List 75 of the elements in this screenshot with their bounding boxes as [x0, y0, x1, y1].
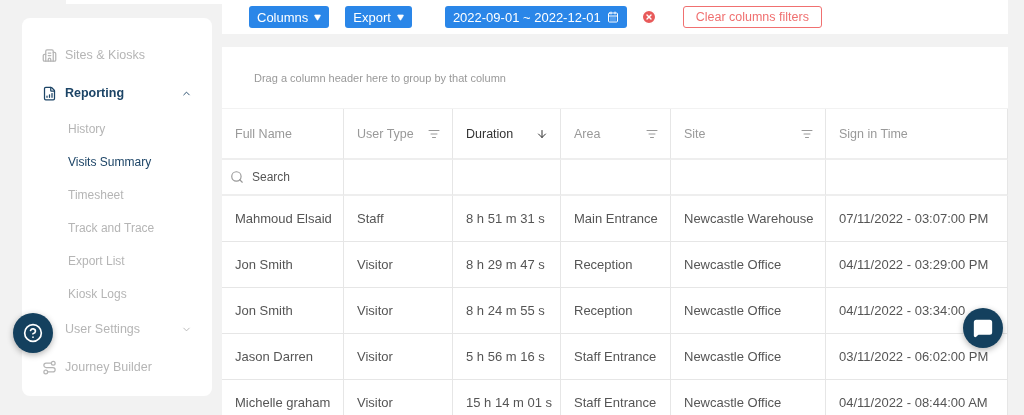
columns-button[interactable]: Columns: [249, 6, 330, 28]
column-title: Full Name: [235, 126, 292, 141]
clear-filters-button[interactable]: Clear columns filters: [682, 6, 822, 28]
table-cell: 04/11/2022 - 03:29:00 PM: [826, 242, 1008, 288]
sidebar-subitem[interactable]: Export List: [22, 244, 212, 277]
column-header[interactable]: User Type: [344, 109, 453, 160]
chat-icon: [973, 318, 993, 338]
column-title: Duration: [466, 126, 514, 141]
table-cell: 5 h 56 m 16 s: [453, 334, 561, 380]
export-button[interactable]: Export: [345, 6, 412, 28]
sidebar-subitem[interactable]: Track and Trace: [22, 211, 212, 244]
table-cell: 8 h 51 m 31 s: [453, 196, 561, 242]
filter-cell[interactable]: [671, 160, 826, 196]
column-header[interactable]: Duration: [453, 109, 561, 160]
sidebar-item[interactable]: Sites & Kiosks: [65, 48, 192, 62]
table-cell: Mahmoud Elsaid: [222, 196, 344, 242]
table-cell: Staff Entrance: [561, 334, 671, 380]
group-hint: Drag a column header here to group by that column: [222, 47, 1008, 108]
sidebar-item[interactable]: User Settings: [65, 322, 173, 336]
column-header[interactable]: Site: [671, 109, 826, 160]
clear-icon[interactable]: [640, 9, 657, 25]
table-cell: 8 h 24 m 55 s: [453, 288, 561, 334]
filter-icon[interactable]: [646, 127, 658, 140]
column-title: Area: [574, 126, 601, 141]
table-cell: Main Entrance: [561, 196, 671, 242]
column-header[interactable]: Sign in Time: [826, 109, 1008, 160]
table-cell: Jason Darren: [222, 334, 344, 380]
column-header[interactable]: Area: [561, 109, 671, 160]
caret-icon: [396, 13, 404, 21]
column-header[interactable]: Full Name: [222, 109, 344, 160]
filter-cell[interactable]: [561, 160, 671, 196]
sidebar-item[interactable]: Journey Builder: [65, 360, 192, 374]
sidebar-subitem[interactable]: Visits Summary: [22, 145, 212, 178]
filter-cell[interactable]: [453, 160, 561, 196]
table-cell: Visitor: [344, 242, 453, 288]
column-title: Sign in Time: [839, 126, 908, 141]
search-icon: [230, 170, 244, 184]
table-cell: Newcastle Office: [671, 380, 826, 415]
table-cell: Michelle graham: [222, 380, 344, 415]
sort-icon[interactable]: [536, 127, 548, 140]
table-cell: 8 h 29 m 47 s: [453, 242, 561, 288]
nav-icon: [42, 359, 57, 375]
table-cell: Reception: [561, 242, 671, 288]
filter-icon[interactable]: [428, 127, 440, 140]
sidebar-subitem[interactable]: Timesheet: [22, 178, 212, 211]
table-cell: Newcastle Office: [671, 334, 826, 380]
table-cell: Jon Smith: [222, 288, 344, 334]
sidebar-subitem[interactable]: History: [22, 112, 212, 145]
filter-icon[interactable]: [801, 127, 813, 140]
table-cell: Visitor: [344, 288, 453, 334]
table-cell: 15 h 14 m 01 s: [453, 380, 561, 415]
caret-icon: [314, 13, 322, 21]
sidebar-item[interactable]: Reporting: [65, 86, 173, 100]
calendar-icon: [606, 11, 619, 23]
table-cell: Visitor: [344, 380, 453, 415]
table-cell: Newcastle Office: [671, 242, 826, 288]
nav-icon: [42, 47, 57, 63]
table-cell: 04/11/2022 - 08:44:00 AM: [826, 380, 1008, 415]
filter-cell[interactable]: [344, 160, 453, 196]
table-cell: Staff: [344, 196, 453, 242]
table-cell: Jon Smith: [222, 242, 344, 288]
table-cell: Staff Entrance: [561, 380, 671, 415]
table-cell: 07/11/2022 - 03:07:00 PM: [826, 196, 1008, 242]
table-cell: Newcastle Warehouse: [671, 196, 826, 242]
column-title: User Type: [357, 126, 414, 141]
table-cell: Visitor: [344, 334, 453, 380]
sidebar-subitem[interactable]: Kiosk Logs: [22, 277, 212, 310]
table-cell: Reception: [561, 288, 671, 334]
column-title: Site: [684, 126, 706, 141]
date-range-button[interactable]: 2022-09-01 ~ 2022-12-01: [444, 6, 627, 28]
filter-cell[interactable]: [826, 160, 1008, 196]
help-button[interactable]: [13, 313, 53, 353]
help-icon: [23, 323, 43, 343]
nav-icon: [42, 85, 57, 101]
table-cell: Newcastle Office: [671, 288, 826, 334]
